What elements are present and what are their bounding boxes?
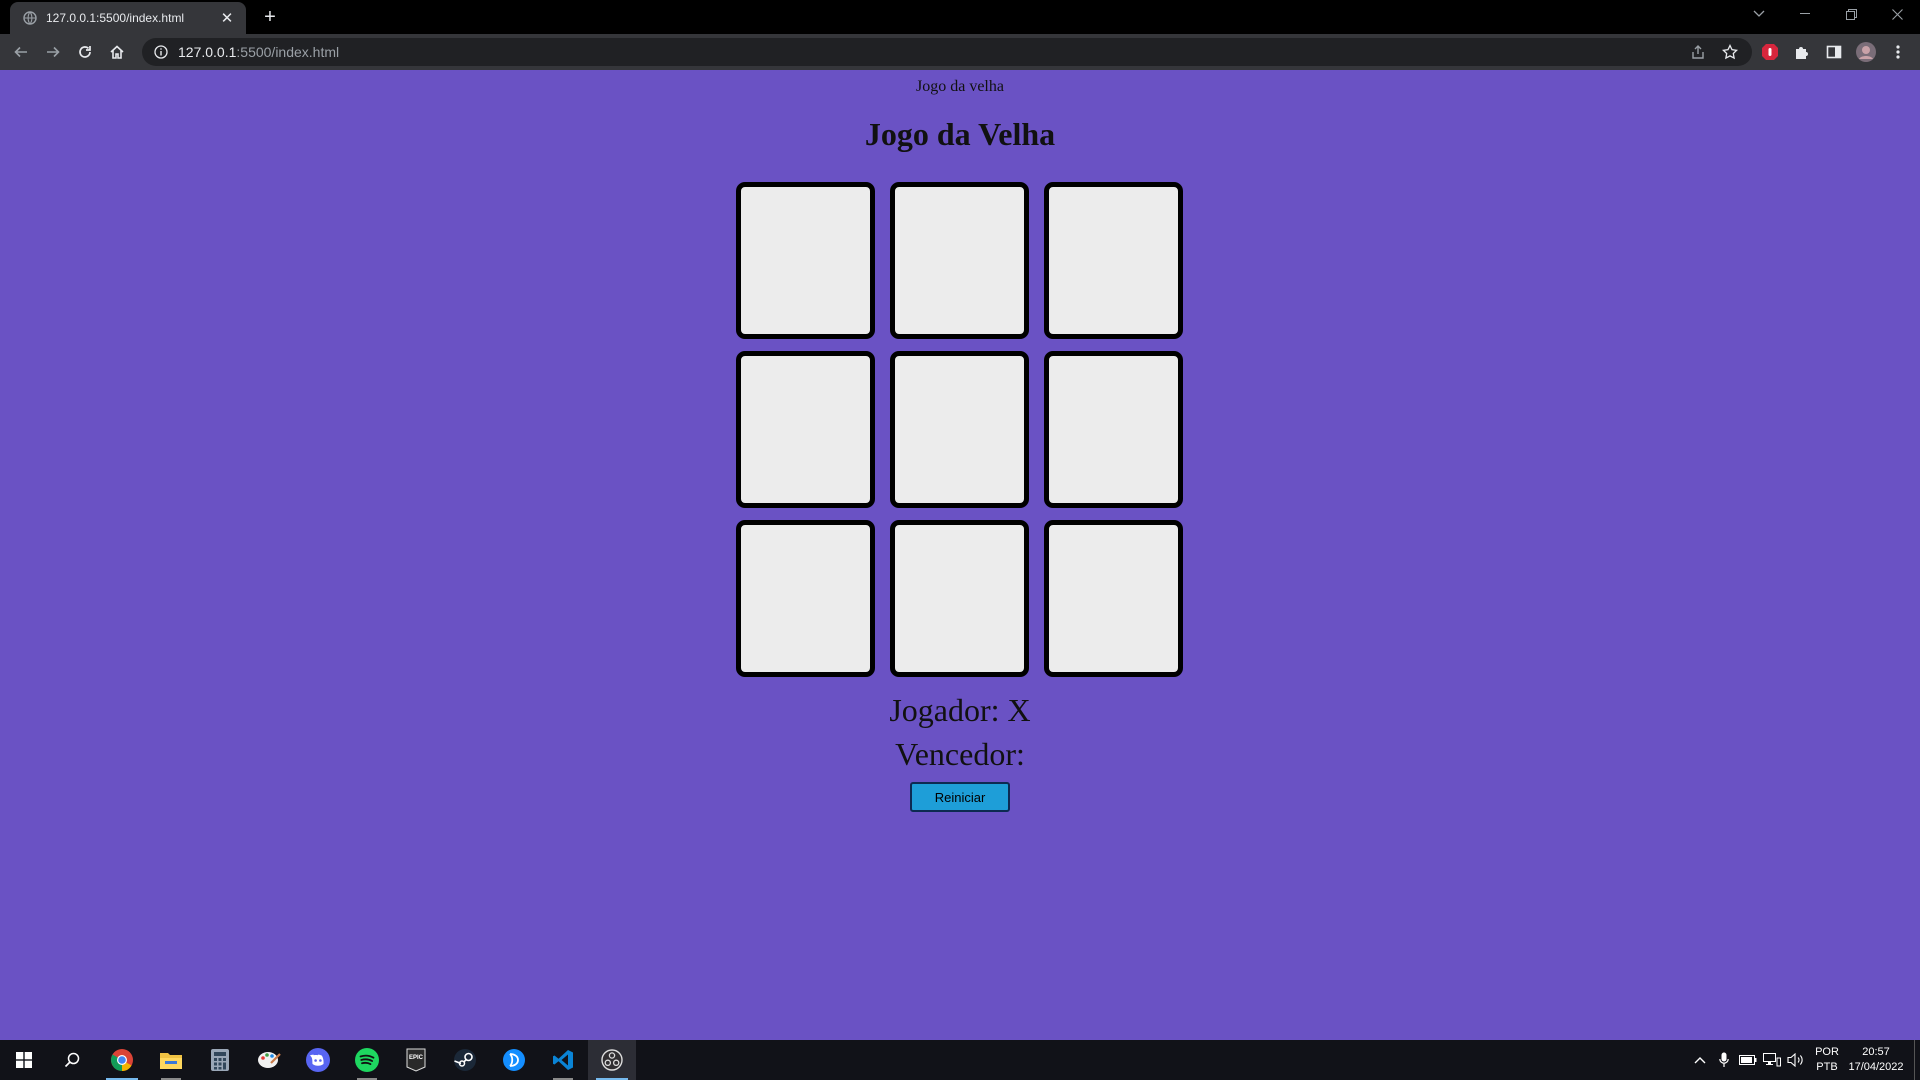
windows-taskbar: EPIC POR PTB 20:57 17/04/2022 [0,1040,1920,1080]
board-cell-9[interactable] [1044,520,1183,677]
board-cell-3[interactable] [1044,182,1183,339]
show-desktop-button[interactable] [1914,1040,1915,1080]
minimize-icon[interactable] [1782,0,1828,28]
url-path: :5500/index.html [236,44,340,60]
side-panel-icon[interactable] [1820,38,1848,66]
search-icon[interactable] [48,1040,96,1080]
discord-icon[interactable] [294,1040,342,1080]
restore-icon[interactable] [1828,0,1874,28]
reload-icon[interactable] [71,38,99,66]
battery-icon[interactable] [1738,1050,1758,1070]
epic-label: EPIC [409,1055,424,1061]
file-explorer-icon[interactable] [147,1040,195,1080]
board-cell-7[interactable] [736,520,875,677]
show-hidden-icons-chevron-icon[interactable] [1690,1050,1710,1070]
battlenet-icon[interactable] [490,1040,538,1080]
board-cell-1[interactable] [736,182,875,339]
clock-time: 20:57 [1862,1046,1890,1058]
current-player-label: Jogador: X [889,692,1031,728]
extensions-puzzle-icon[interactable] [1788,38,1816,66]
keyboard-layout-code: PTB [1816,1061,1838,1073]
obs-icon[interactable] [588,1040,636,1080]
home-icon[interactable] [103,38,131,66]
board-cell-5[interactable] [890,351,1029,508]
close-window-icon[interactable] [1874,0,1920,28]
bookmark-star-icon[interactable] [1716,38,1744,66]
volume-icon[interactable] [1786,1050,1806,1070]
board-cell-2[interactable] [890,182,1029,339]
browser-menu-icon[interactable] [1884,38,1912,66]
network-icon[interactable] [1762,1050,1782,1070]
back-arrow-icon[interactable] [7,38,35,66]
page-content: Jogo da velha Jogo da Velha Jogador: X V… [0,70,1920,1040]
epic-games-icon[interactable]: EPIC [392,1040,440,1080]
browser-tab[interactable]: 127.0.0.1:5500/index.html ✕ [10,2,246,34]
steam-icon[interactable] [441,1040,489,1080]
game-board [736,182,1184,677]
close-tab-icon[interactable]: ✕ [218,9,236,27]
browser-tab-bar: 127.0.0.1:5500/index.html ✕ + [0,0,1920,34]
calculator-icon[interactable] [196,1040,244,1080]
browser-toolbar: 127.0.0.1 :5500/index.html [0,34,1920,71]
tab-title: 127.0.0.1:5500/index.html [46,11,185,25]
site-info-icon[interactable] [154,45,168,59]
address-bar[interactable]: 127.0.0.1 :5500/index.html [142,38,1752,66]
vscode-icon[interactable] [539,1040,587,1080]
windows-start-icon[interactable] [0,1040,48,1080]
board-cell-8[interactable] [890,520,1029,677]
globe-icon [22,10,38,26]
input-language-indicator[interactable]: POR PTB [1812,1045,1842,1075]
clock-date: 17/04/2022 [1848,1061,1904,1073]
new-tab-button[interactable]: + [258,5,282,29]
board-cell-4[interactable] [736,351,875,508]
clock[interactable]: 20:57 17/04/2022 [1846,1045,1906,1075]
language-code: POR [1815,1046,1839,1058]
page-heading: Jogo da Velha [864,116,1056,152]
winner-label: Vencedor: [895,736,1025,772]
share-icon[interactable] [1684,38,1712,66]
board-cell-6[interactable] [1044,351,1183,508]
restart-button[interactable]: Reiniciar [910,782,1010,812]
document-title-text: Jogo da velha [916,78,1004,95]
extension-adblock-icon[interactable] [1756,38,1784,66]
chrome-icon[interactable] [98,1040,146,1080]
profile-avatar[interactable] [1852,38,1880,66]
tab-search-icon[interactable] [1736,0,1782,28]
forward-arrow-icon[interactable] [39,38,67,66]
url-host: 127.0.0.1 [178,44,237,60]
paint-icon[interactable] [245,1040,293,1080]
microphone-icon[interactable] [1714,1050,1734,1070]
spotify-icon[interactable] [343,1040,391,1080]
